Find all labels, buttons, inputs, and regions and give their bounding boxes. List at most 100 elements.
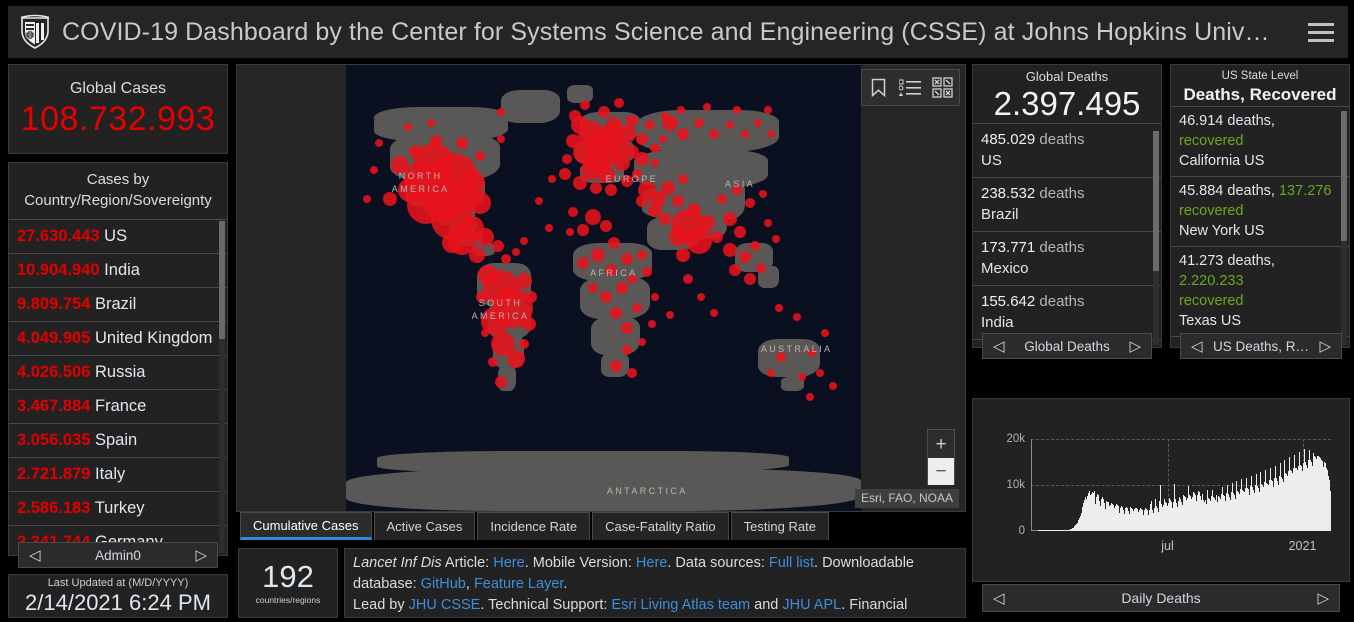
map-zoom-controls[interactable]: + − [927, 429, 955, 485]
footer-link[interactable]: Here [493, 555, 524, 571]
table-row[interactable]: 2.586.183 Turkey [9, 491, 227, 525]
case-marker[interactable] [792, 312, 801, 321]
case-marker[interactable] [686, 202, 701, 217]
world-map[interactable]: NORTH AMERICA SOUTH AMERICA EUROPE AFRICA ASIA… [346, 65, 861, 511]
cases-by-country-list[interactable]: 27.630.443 US 10.904.940 India 9.809.754 B… [9, 219, 227, 555]
case-marker[interactable] [648, 319, 657, 328]
map-panel[interactable]: NORTH AMERICA SOUTH AMERICA EUROPE AFRICA ASIA… [236, 64, 966, 512]
table-row[interactable]: 4.026.506 Russia [9, 355, 227, 389]
footer-credits[interactable]: Lancet Inf Dis Article: Here. Mobile Ver… [344, 548, 966, 618]
case-marker[interactable] [660, 180, 675, 195]
case-marker[interactable] [519, 237, 528, 246]
case-marker[interactable] [766, 130, 775, 139]
daily-deaths-pager[interactable]: ◁ Daily Deaths ▷ [982, 584, 1340, 612]
case-marker[interactable] [375, 139, 384, 148]
case-marker[interactable] [545, 223, 554, 232]
bookmark-icon[interactable] [862, 78, 894, 97]
case-marker[interactable] [774, 304, 783, 313]
table-row[interactable]: 2.721.879 Italy [9, 457, 227, 491]
case-marker[interactable] [651, 292, 659, 301]
case-marker[interactable] [441, 233, 462, 254]
case-marker[interactable] [733, 226, 746, 239]
case-marker[interactable] [500, 254, 511, 264]
case-marker[interactable] [566, 228, 575, 237]
table-row[interactable]: 27.630.443 US [9, 219, 227, 253]
case-marker[interactable] [764, 105, 773, 114]
tab-cumulative-cases[interactable]: Cumulative Cases [240, 512, 372, 540]
list-item[interactable]: 46.914 deaths, recovered California US [1171, 106, 1349, 176]
case-marker[interactable] [617, 125, 636, 144]
zoom-out-button[interactable]: − [928, 458, 954, 485]
case-marker[interactable] [567, 207, 578, 218]
case-marker[interactable] [562, 153, 573, 164]
case-marker[interactable] [468, 192, 491, 215]
case-marker[interactable] [455, 137, 468, 150]
case-marker[interactable] [702, 103, 711, 112]
tab-active-cases[interactable]: Active Cases [373, 512, 476, 540]
case-marker[interactable] [576, 224, 589, 237]
case-marker[interactable] [589, 181, 602, 194]
case-marker[interactable] [610, 306, 623, 319]
footer-link[interactable]: JHU CSSE [409, 597, 481, 613]
legend-icon[interactable] [894, 79, 926, 97]
map-layer-tabs[interactable]: Cumulative Cases Active Cases Incidence Ra… [240, 512, 831, 540]
us-state-pager[interactable]: ◁ US Deaths, R… ▷ [1180, 333, 1342, 359]
case-marker[interactable] [759, 190, 768, 199]
case-marker[interactable] [710, 230, 723, 243]
case-marker[interactable] [637, 249, 648, 260]
footer-link[interactable]: Esri Living Atlas team [611, 597, 750, 613]
case-marker[interactable] [678, 173, 689, 184]
case-marker[interactable] [597, 105, 610, 118]
case-marker[interactable] [515, 273, 532, 290]
case-marker[interactable] [615, 282, 628, 294]
tab-incidence-rate[interactable]: Incidence Rate [477, 512, 591, 540]
list-item[interactable]: 238.532 deaths Brazil [973, 177, 1161, 231]
case-marker[interactable] [658, 134, 667, 143]
us-state-scrollbar-thumb[interactable] [1341, 111, 1347, 241]
list-item[interactable]: 173.771 deaths Mexico [973, 231, 1161, 285]
case-marker[interactable] [693, 117, 704, 128]
global-deaths-pager[interactable]: ◁ Global Deaths ▷ [982, 333, 1152, 359]
global-deaths-panel[interactable]: Global Deaths 2.397.495 485.029 deaths US… [972, 64, 1162, 348]
case-marker[interactable] [481, 328, 490, 337]
case-marker[interactable] [642, 267, 653, 278]
hamburger-menu-icon[interactable] [1294, 6, 1348, 58]
case-marker[interactable] [620, 253, 633, 265]
case-marker[interactable] [494, 375, 507, 388]
case-marker[interactable] [496, 134, 505, 143]
case-marker[interactable] [621, 345, 632, 356]
case-marker[interactable] [710, 308, 719, 317]
us-state-list[interactable]: 46.914 deaths, recovered California US 45.8… [1171, 106, 1349, 347]
footer-link[interactable]: Feature Layer [474, 576, 563, 592]
case-marker[interactable] [745, 198, 756, 209]
case-marker[interactable] [669, 227, 688, 246]
case-marker[interactable] [815, 368, 824, 377]
list-item[interactable]: 155.642 deaths India [973, 285, 1161, 339]
map-tools[interactable] [861, 69, 960, 106]
table-row[interactable]: 3.467.884 France [9, 389, 227, 423]
case-marker[interactable] [764, 219, 773, 228]
case-marker[interactable] [605, 183, 618, 196]
case-marker[interactable] [733, 105, 742, 114]
case-marker[interactable] [754, 118, 762, 127]
footer-link[interactable]: GitHub [421, 576, 466, 592]
case-marker[interactable] [631, 303, 642, 314]
global-deaths-list[interactable]: 485.029 deaths US 238.532 deaths Brazil 173.… [973, 123, 1161, 347]
case-marker[interactable] [739, 250, 752, 263]
case-marker[interactable] [585, 208, 602, 225]
case-marker[interactable] [744, 273, 757, 286]
case-marker[interactable] [676, 105, 685, 114]
case-marker[interactable] [506, 350, 525, 369]
cases-pager[interactable]: ◁ Admin0 ▷ [18, 542, 218, 568]
us-state-panel[interactable]: US State Level Deaths, Recovered 46.914 … [1170, 64, 1350, 348]
case-marker[interactable] [697, 292, 706, 301]
case-marker[interactable] [650, 142, 660, 153]
case-marker[interactable] [580, 100, 591, 111]
case-marker[interactable] [535, 197, 544, 206]
case-marker[interactable] [766, 368, 775, 377]
case-marker[interactable] [666, 310, 675, 319]
case-marker[interactable] [820, 328, 829, 337]
case-marker[interactable] [772, 234, 781, 243]
cases-scrollbar-thumb[interactable] [219, 221, 225, 339]
case-marker[interactable] [426, 118, 435, 127]
